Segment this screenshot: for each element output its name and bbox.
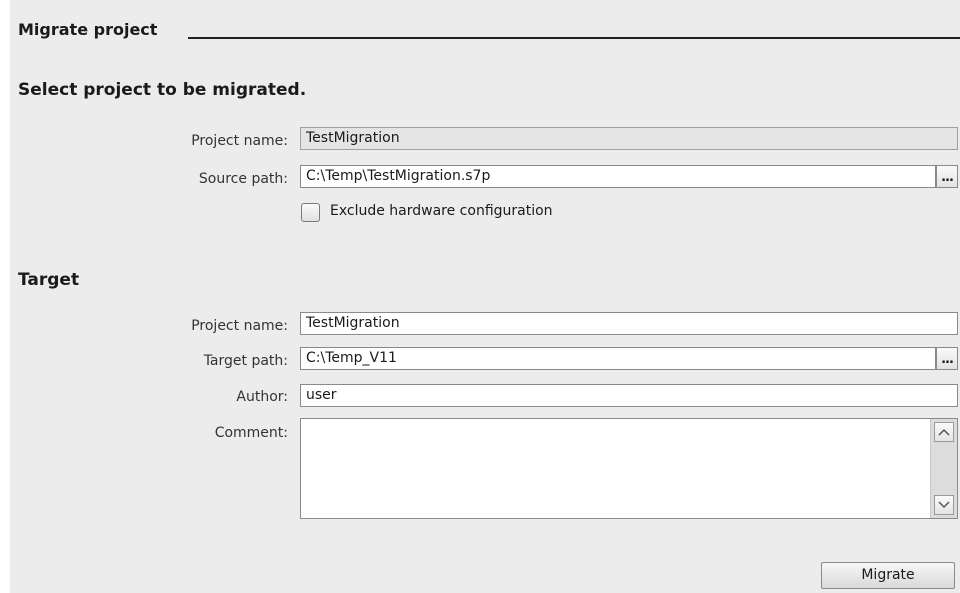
source-path-browse-button[interactable]: ... [936, 165, 958, 188]
source-path-label: Source path: [198, 171, 288, 187]
source-heading: Select project to be migrated. [18, 80, 307, 100]
section-title: Migrate project [18, 20, 158, 39]
title-divider [188, 37, 960, 39]
author-label: Author: [236, 389, 288, 405]
target-path-label: Target path: [203, 353, 288, 369]
comment-label: Comment: [214, 425, 288, 441]
target-heading: Target [18, 270, 80, 290]
comment-scrollbar[interactable] [930, 419, 957, 518]
target-path-browse-button[interactable]: ... [936, 347, 958, 370]
source-project-name-field: TestMigration [300, 127, 958, 150]
target-project-name-input[interactable]: TestMigration [300, 312, 958, 335]
target-path-input[interactable]: C:\Temp_V11 [300, 347, 936, 370]
migrate-button[interactable]: Migrate [821, 562, 955, 589]
section-header: Migrate project [10, 12, 960, 44]
source-path-input[interactable]: C:\Temp\TestMigration.s7p [300, 165, 936, 188]
exclude-hardware-checkbox[interactable] [301, 203, 320, 222]
migrate-project-dialog: Migrate project Select project to be mig… [10, 0, 960, 593]
chevron-up-icon[interactable] [934, 422, 954, 442]
target-project-name-label: Project name: [191, 318, 288, 334]
source-project-name-label: Project name: [191, 133, 288, 149]
exclude-hardware-label[interactable]: Exclude hardware configuration [330, 203, 553, 219]
author-input[interactable]: user [300, 384, 958, 407]
comment-textarea[interactable] [300, 418, 958, 519]
chevron-down-icon[interactable] [934, 495, 954, 515]
